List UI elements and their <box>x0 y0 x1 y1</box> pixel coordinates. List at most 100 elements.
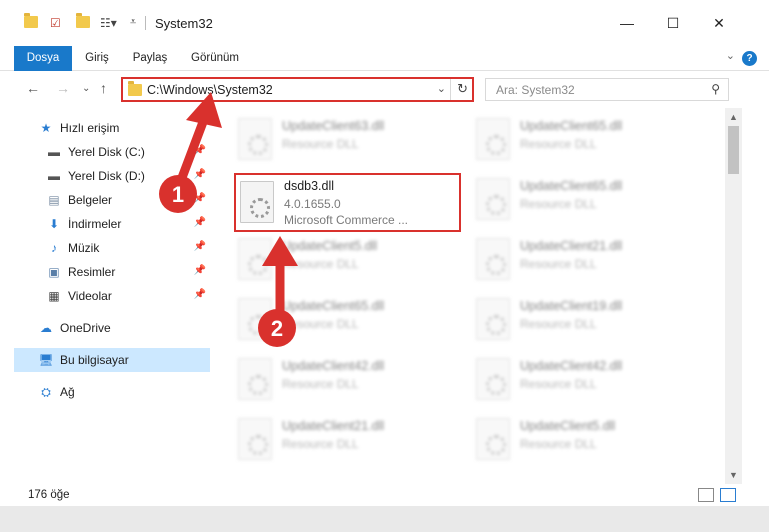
sidebar-item-music[interactable]: ♪ Müzik 📌 <box>46 236 210 260</box>
file-description: Resource DLL <box>282 437 359 451</box>
list-item[interactable]: UpdateClient65.dll Resource DLL <box>470 112 700 170</box>
forward-arrow-icon[interactable]: → <box>56 80 70 96</box>
refresh-icon[interactable]: ↻ <box>457 81 468 97</box>
ribbon-expand-icon[interactable]: ⌄ <box>726 49 735 62</box>
list-item[interactable]: UpdateClient63.dll Resource DLL <box>232 112 462 170</box>
address-folder-icon <box>128 81 142 96</box>
music-icon: ♪ <box>51 241 57 255</box>
new-folder-icon[interactable] <box>76 13 90 28</box>
download-icon: ⬇ <box>48 217 60 231</box>
tab-file[interactable]: Dosya <box>14 46 72 71</box>
pin-icon: 📌 <box>193 289 206 300</box>
file-description: Resource DLL <box>282 257 359 271</box>
list-item[interactable]: UpdateClient5.dll Resource DLL <box>232 232 462 290</box>
file-name: dsdb3.dll <box>284 179 335 193</box>
tab-view[interactable]: Görünüm <box>182 46 248 71</box>
highlighted-file-dsdb3[interactable]: dsdb3.dll 4.0.1655.0 Microsoft Commerce … <box>234 173 461 232</box>
file-name: UpdateClient21.dll <box>282 419 385 433</box>
list-item[interactable]: UpdateClient42.dll Resource DLL <box>232 352 462 410</box>
file-name: UpdateClient63.dll <box>282 119 385 133</box>
sidebar-item-downloads[interactable]: ⬇ İndirmeler 📌 <box>46 212 210 236</box>
list-item[interactable]: UpdateClient21.dll Resource DLL <box>232 412 462 470</box>
dll-file-icon <box>476 298 510 340</box>
address-path[interactable]: C:\Windows\System32 <box>147 83 273 97</box>
dll-file-icon <box>238 118 272 160</box>
tab-home[interactable]: Giriş <box>76 46 118 71</box>
up-arrow-icon[interactable]: ↑ <box>100 80 107 96</box>
tiles-view-icon[interactable] <box>720 488 736 502</box>
file-name: UpdateClient42.dll <box>520 359 623 373</box>
file-description: Resource DLL <box>282 137 359 151</box>
sidebar-item-drive-c[interactable]: ▬ Yerel Disk (C:) 📌 <box>46 140 210 164</box>
maximize-button[interactable]: ☐ <box>650 10 696 36</box>
title-bar: ☑ ☷▾ ⩡ System32 — ☐ ✕ <box>0 0 769 46</box>
sidebar-item-quick-access[interactable]: ★ Hızlı erişim <box>38 116 210 140</box>
file-description: Resource DLL <box>520 257 597 271</box>
file-name: UpdateClient65.dll <box>520 179 623 193</box>
item-count: 176 öğe <box>28 489 70 501</box>
sidebar-item-documents[interactable]: ▤ Belgeler 📌 <box>46 188 210 212</box>
list-item[interactable]: UpdateClient65.dll Resource DLL <box>232 292 462 350</box>
list-item[interactable]: UpdateClient5.dll Resource DLL <box>470 412 700 470</box>
customize-toolbar-icon[interactable]: ☷▾ <box>100 16 117 30</box>
file-name: UpdateClient65.dll <box>282 299 385 313</box>
address-dropdown-icon[interactable]: ⌄ <box>437 82 446 95</box>
address-bar[interactable]: C:\Windows\System32 ⌄ ↻ <box>121 77 474 102</box>
sidebar-item-onedrive[interactable]: ☁ OneDrive <box>38 316 210 340</box>
recent-dropdown-icon[interactable]: ⌄ <box>82 83 90 94</box>
file-description: Resource DLL <box>520 317 597 331</box>
search-box[interactable]: Ara: System32 ⚲ <box>485 78 729 101</box>
pictures-icon: ▣ <box>48 265 60 279</box>
close-button[interactable]: ✕ <box>696 10 742 36</box>
tab-share[interactable]: Paylaş <box>124 46 176 71</box>
sidebar-item-label: Müzik <box>68 241 100 255</box>
pin-icon: 📌 <box>193 265 206 276</box>
drive-icon: ▬ <box>48 169 60 183</box>
pin-icon: 📌 <box>193 145 206 156</box>
dll-file-icon <box>240 181 274 223</box>
dll-file-icon <box>476 178 510 220</box>
file-description: Resource DLL <box>520 377 597 391</box>
dll-file-icon <box>238 238 272 280</box>
sidebar-item-label: Ağ <box>60 385 75 399</box>
file-description: Resource DLL <box>282 377 359 391</box>
sidebar-item-drive-d[interactable]: ▬ Yerel Disk (D:) 📌 <box>46 164 210 188</box>
search-icon[interactable]: ⚲ <box>711 82 720 96</box>
sidebar-item-label: Yerel Disk (D:) <box>68 169 145 183</box>
scrollbar-thumb[interactable] <box>728 126 739 174</box>
sidebar-item-pictures[interactable]: ▣ Resimler 📌 <box>46 260 210 284</box>
vertical-scrollbar[interactable]: ▲ ▼ <box>725 108 742 484</box>
videos-icon: ▦ <box>48 289 60 303</box>
sidebar-item-label: Resimler <box>68 265 116 279</box>
list-item[interactable]: UpdateClient65.dll Resource DLL <box>470 172 700 230</box>
sidebar-item-network[interactable]: ⛭ Ağ <box>38 380 210 404</box>
dll-file-icon <box>476 118 510 160</box>
scroll-down-icon[interactable]: ▼ <box>729 470 738 480</box>
network-icon: ⛭ <box>41 384 51 399</box>
file-name: UpdateClient5.dll <box>520 419 616 433</box>
ribbon: Dosya Giriş Paylaş Görünüm ⌄ ? <box>0 46 769 71</box>
back-arrow-icon[interactable]: ← <box>26 80 40 96</box>
navigation-pane: ★ Hızlı erişim ▬ Yerel Disk (C:) 📌 ▬ Yer… <box>14 108 210 484</box>
quick-access-dropdown-icon[interactable]: ⩡ <box>130 16 136 29</box>
list-item[interactable]: UpdateClient21.dll Resource DLL <box>470 232 700 290</box>
details-view-icon[interactable] <box>698 488 714 502</box>
minimize-button[interactable]: — <box>604 10 650 36</box>
properties-icon[interactable]: ☑ <box>50 16 61 30</box>
file-description: Resource DLL <box>520 197 597 211</box>
pin-icon: 📌 <box>193 217 206 228</box>
file-description: Resource DLL <box>520 137 597 151</box>
sidebar-item-videos[interactable]: ▦ Videolar 📌 <box>46 284 210 308</box>
file-name: UpdateClient42.dll <box>282 359 385 373</box>
sidebar-item-this-pc[interactable]: 🖥 Bu bilgisayar <box>14 348 210 372</box>
sidebar-item-label: Hızlı erişim <box>60 121 120 135</box>
list-item[interactable]: UpdateClient42.dll Resource DLL <box>470 352 700 410</box>
documents-icon: ▤ <box>48 193 60 207</box>
pin-icon: 📌 <box>193 241 206 252</box>
scroll-up-icon[interactable]: ▲ <box>729 112 738 122</box>
file-description: Resource DLL <box>520 437 597 451</box>
help-icon[interactable]: ? <box>742 51 757 66</box>
drive-icon: ▬ <box>48 145 60 159</box>
list-item[interactable]: UpdateClient19.dll Resource DLL <box>470 292 700 350</box>
dll-file-icon <box>476 238 510 280</box>
